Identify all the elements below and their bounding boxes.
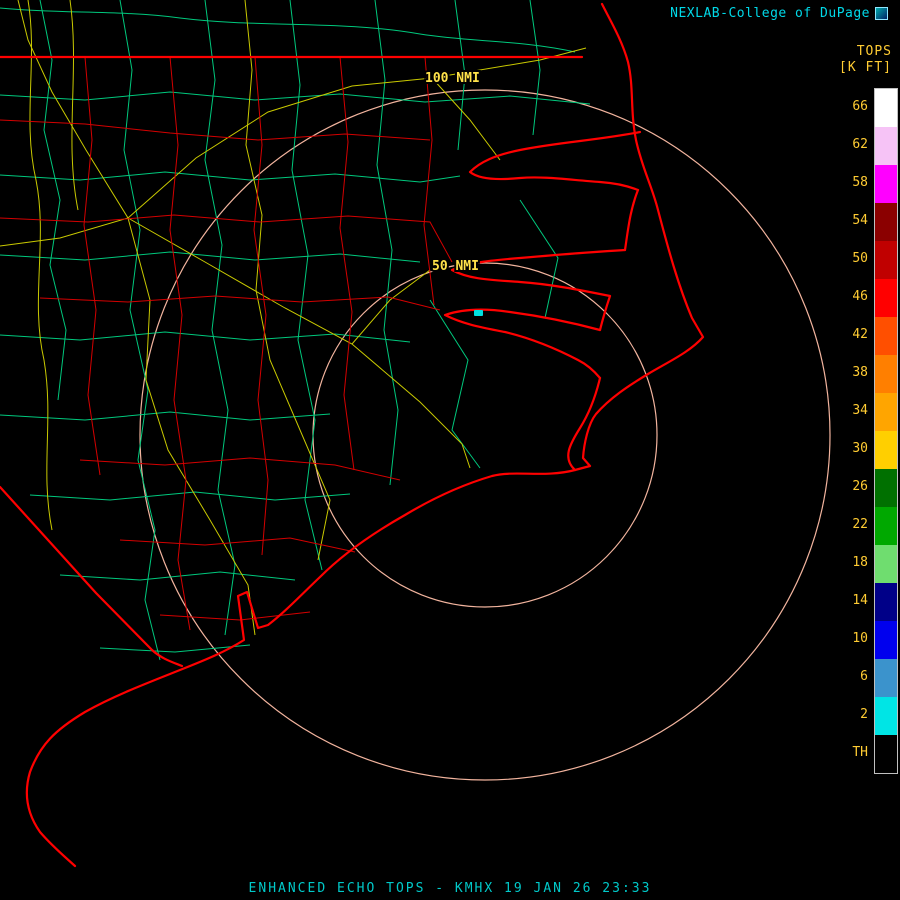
echo-return bbox=[474, 310, 483, 316]
range-ring-100nmi bbox=[140, 90, 830, 780]
legend-label: 58 bbox=[844, 164, 868, 202]
legend-label: 6 bbox=[844, 658, 868, 696]
range-rings bbox=[140, 90, 830, 780]
brand: NEXLAB-College of DuPage bbox=[670, 6, 888, 21]
legend-swatch bbox=[875, 127, 897, 165]
brand-text: NEXLAB-College of DuPage bbox=[670, 6, 870, 21]
legend-label: 10 bbox=[844, 620, 868, 658]
echo-tops-legend: TOPS [K FT] 6662585450464238343026221814… bbox=[839, 44, 898, 774]
legend-label: 22 bbox=[844, 506, 868, 544]
boundary-lines bbox=[0, 57, 452, 630]
legend-body: 66625854504642383430262218141062TH bbox=[839, 88, 898, 774]
legend-label: TH bbox=[844, 734, 868, 772]
legend-label: 62 bbox=[844, 126, 868, 164]
range-ring-label-50: 50 NMI bbox=[432, 259, 479, 274]
neuse-river bbox=[445, 310, 600, 378]
sound-shore-2 bbox=[600, 296, 610, 330]
range-ring-label-100: 100 NMI bbox=[425, 71, 480, 86]
legend-label: 30 bbox=[844, 430, 868, 468]
radar-viewer: NEXLAB-College of DuPage bbox=[0, 0, 900, 900]
radar-map: 100 NMI 50 NMI bbox=[0, 0, 900, 868]
legend-swatch bbox=[875, 393, 897, 431]
legend-swatch bbox=[875, 545, 897, 583]
legend-swatch bbox=[875, 89, 897, 127]
legend-swatch bbox=[875, 621, 897, 659]
legend-label: 50 bbox=[844, 240, 868, 278]
legend-label: 34 bbox=[844, 392, 868, 430]
legend-label: 26 bbox=[844, 468, 868, 506]
legend-swatch bbox=[875, 735, 897, 773]
legend-labels: 66625854504642383430262218141062TH bbox=[844, 88, 868, 774]
legend-colorbar bbox=[874, 88, 898, 774]
legend-swatch bbox=[875, 469, 897, 507]
legend-swatch bbox=[875, 355, 897, 393]
legend-swatch bbox=[875, 659, 897, 697]
outer-banks-coast bbox=[27, 4, 703, 866]
legend-title-units: [K FT] bbox=[839, 60, 898, 76]
range-ring-50nmi bbox=[313, 263, 657, 607]
legend-label: 14 bbox=[844, 582, 868, 620]
product-caption-text: ENHANCED ECHO TOPS - KMHX 19 JAN 26 23:3… bbox=[249, 881, 652, 896]
legend-label: 66 bbox=[844, 88, 868, 126]
legend-label: 38 bbox=[844, 354, 868, 392]
legend-label: 18 bbox=[844, 544, 868, 582]
legend-label: 2 bbox=[844, 696, 868, 734]
coastline bbox=[0, 4, 703, 866]
sound-shore-1 bbox=[625, 190, 638, 250]
legend-swatch bbox=[875, 431, 897, 469]
legend-label: 46 bbox=[844, 278, 868, 316]
legend-label: 54 bbox=[844, 202, 868, 240]
legend-swatch bbox=[875, 507, 897, 545]
product-caption: ENHANCED ECHO TOPS - KMHX 19 JAN 26 23:3… bbox=[0, 881, 900, 896]
legend-swatch bbox=[875, 241, 897, 279]
legend-swatch bbox=[875, 317, 897, 355]
albemarle-sound bbox=[470, 132, 640, 190]
legend-title-tops: TOPS bbox=[839, 44, 898, 60]
legend-swatch bbox=[875, 165, 897, 203]
legend-label: 42 bbox=[844, 316, 868, 354]
legend-swatch bbox=[875, 279, 897, 317]
legend-swatch bbox=[875, 697, 897, 735]
cod-logo-icon bbox=[875, 7, 888, 20]
legend-swatch bbox=[875, 583, 897, 621]
legend-swatch bbox=[875, 203, 897, 241]
